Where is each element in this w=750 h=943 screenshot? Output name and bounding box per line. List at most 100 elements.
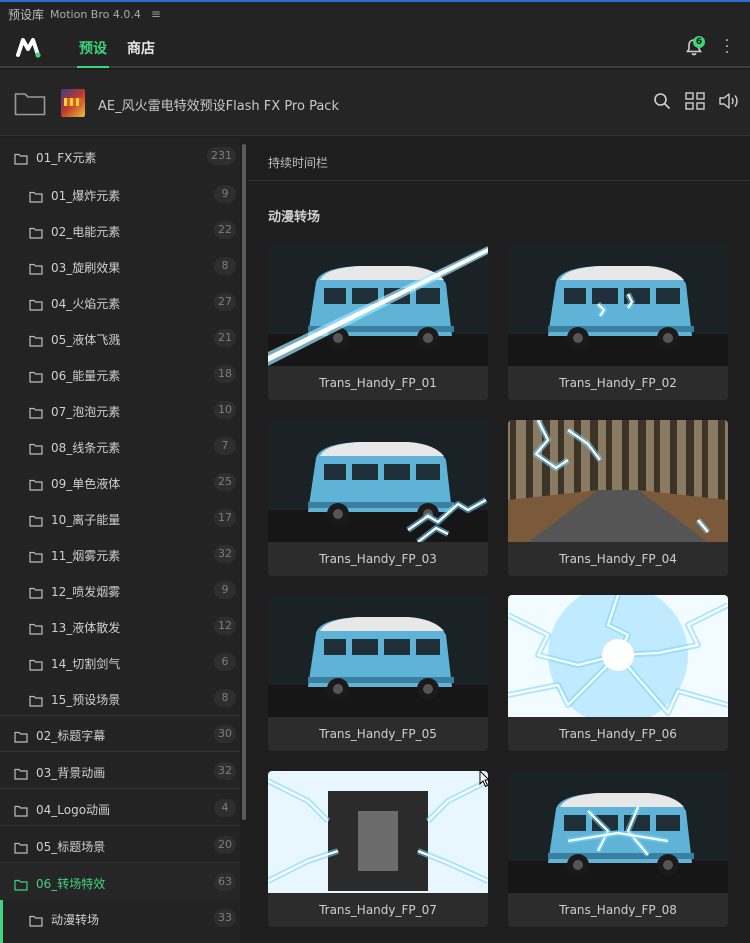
- preset-card[interactable]: Trans_Handy_FP_02: [508, 244, 728, 400]
- sidebar-item-label: 04_火焰元素: [51, 297, 121, 311]
- count-badge: 33: [214, 909, 236, 927]
- motion-bro-logo: [16, 38, 41, 58]
- count-badge: 10: [214, 401, 236, 419]
- count-badge: 18: [214, 365, 236, 383]
- preset-card[interactable]: Trans_Handy_FP_07: [268, 771, 488, 927]
- count-badge: 27: [214, 293, 236, 311]
- sidebar-item[interactable]: 02_标题字幕 30: [0, 716, 240, 752]
- preset-name: Trans_Handy_FP_02: [559, 376, 677, 390]
- sidebar-item[interactable]: 动漫转场 33: [0, 900, 240, 936]
- folder-icon: [29, 692, 43, 707]
- grid-view-icon[interactable]: [685, 92, 705, 110]
- sidebar-item[interactable]: 08_线条元素 7: [0, 428, 240, 464]
- count-badge: 25: [214, 473, 236, 491]
- sidebar-item-label: 01_爆炸元素: [51, 189, 121, 203]
- folder-icon: [29, 584, 43, 599]
- sidebar-item[interactable]: 02_电能元素 22: [0, 212, 240, 248]
- count-badge: 22: [214, 221, 236, 239]
- sidebar-item[interactable]: 04_Logo动画 4: [0, 790, 240, 826]
- folder-icon: [14, 150, 28, 165]
- count-badge: 32: [214, 762, 236, 780]
- sidebar-item[interactable]: 04_火焰元素 27: [0, 284, 240, 320]
- preset-name: Trans_Handy_FP_03: [319, 552, 437, 566]
- sidebar-item-label: 06_转场特效: [36, 877, 106, 891]
- preset-card[interactable]: Trans_Handy_FP_03: [268, 420, 488, 576]
- sidebar-item[interactable]: 12_喷发烟雾 9: [0, 572, 240, 608]
- sidebar-item[interactable]: 15_预设场景 8: [0, 680, 240, 716]
- folder-icon: [14, 876, 28, 891]
- preset-thumbnail[interactable]: [268, 244, 488, 366]
- preset-card[interactable]: Trans_Handy_FP_05: [268, 595, 488, 751]
- count-badge: 32: [214, 545, 236, 563]
- sidebar-item[interactable]: 01_FX元素 231: [0, 138, 240, 174]
- count-badge: 6: [214, 653, 236, 671]
- sidebar-item-label: 12_喷发烟雾: [51, 585, 121, 599]
- folder-icon: [29, 368, 43, 383]
- nav-bar: 预设 商店 · · ·: [0, 26, 750, 68]
- sidebar-item[interactable]: 14_切割剑气 6: [0, 644, 240, 680]
- sidebar-item[interactable]: 09_单色液体 25: [0, 464, 240, 500]
- sidebar-item-label: 09_单色液体: [51, 477, 121, 491]
- sidebar-item-label: 10_离子能量: [51, 513, 121, 527]
- hamburger-menu-icon[interactable]: ≡: [151, 7, 161, 21]
- preset-thumbnail[interactable]: [508, 771, 728, 893]
- folder-icon: [29, 512, 43, 527]
- sidebar-item[interactable]: 07_泡泡元素 10: [0, 392, 240, 428]
- count-badge: 4: [214, 799, 236, 817]
- folder-icon[interactable]: [14, 90, 46, 116]
- sidebar-item-label: 03_背景动画: [36, 766, 106, 780]
- preset-thumbnail[interactable]: [508, 244, 728, 366]
- sidebar-item[interactable]: 06_能量元素 18: [0, 356, 240, 392]
- folder-icon: [29, 656, 43, 671]
- sidebar-item[interactable]: 01_爆炸元素 9: [0, 176, 240, 212]
- folder-icon: [29, 296, 43, 311]
- notification-badge: 6: [693, 36, 705, 48]
- sidebar-item[interactable]: 11_烟雾元素 32: [0, 536, 240, 572]
- app-version: Motion Bro 4.0.4: [50, 7, 141, 21]
- sidebar-item[interactable]: 05_标题场景 20: [0, 827, 240, 863]
- count-badge: 231: [207, 147, 236, 165]
- preset-thumbnail[interactable]: [508, 595, 728, 717]
- preset-card[interactable]: Trans_Handy_FP_01: [268, 244, 488, 400]
- sidebar-item-label: 15_预设场景: [51, 693, 121, 707]
- speaker-icon[interactable]: [718, 92, 740, 110]
- sidebar-item-label: 13_液体散发: [51, 621, 121, 635]
- sidebar-item-label: 01_FX元素: [36, 151, 97, 165]
- sidebar-item[interactable]: 05_液体飞溅 21: [0, 320, 240, 356]
- tab-store[interactable]: 商店: [127, 38, 155, 58]
- count-badge: 63: [214, 873, 236, 891]
- folder-icon: [29, 476, 43, 491]
- count-badge: 8: [214, 257, 236, 275]
- preset-thumbnail[interactable]: [268, 595, 488, 717]
- sidebar-item[interactable]: 06_转场特效 63: [0, 864, 240, 900]
- sidebar-item-label: 07_泡泡元素: [51, 405, 121, 419]
- sidebar-item-label: 03_旋刷效果: [51, 261, 121, 275]
- preset-thumbnail[interactable]: [268, 771, 488, 893]
- preset-thumbnail[interactable]: [268, 420, 488, 542]
- folder-icon: [14, 728, 28, 743]
- sidebar-item[interactable]: 03_旋刷效果 8: [0, 248, 240, 284]
- count-badge: 9: [214, 185, 236, 203]
- preset-card[interactable]: Trans_Handy_FP_08: [508, 771, 728, 927]
- search-icon[interactable]: [653, 92, 671, 110]
- preset-thumbnail[interactable]: [508, 420, 728, 542]
- folder-icon: [29, 620, 43, 635]
- more-options-icon[interactable]: · · ·: [722, 34, 732, 60]
- folder-icon: [29, 332, 43, 347]
- sidebar-item-label: 动漫转场: [51, 913, 100, 927]
- tab-presets[interactable]: 预设: [77, 38, 109, 68]
- sidebar-item[interactable]: 13_液体散发 12: [0, 608, 240, 644]
- preset-name: Trans_Handy_FP_08: [559, 903, 677, 917]
- divider: [248, 180, 750, 181]
- preset-card[interactable]: Trans_Handy_FP_04: [508, 420, 728, 576]
- duration-bar-label[interactable]: 持续时间栏: [268, 154, 328, 171]
- sidebar-item[interactable]: 03_背景动画 32: [0, 753, 240, 789]
- preset-name: Trans_Handy_FP_06: [559, 727, 677, 741]
- mouse-cursor: [479, 770, 491, 788]
- pack-title: AE_风火雷电特效预设Flash FX Pro Pack: [98, 99, 339, 114]
- preset-card[interactable]: Trans_Handy_FP_06: [508, 595, 728, 751]
- sidebar-scrollbar[interactable]: [242, 144, 246, 820]
- category-title: 动漫转场: [268, 210, 321, 225]
- preset-name: Trans_Handy_FP_01: [319, 376, 437, 390]
- sidebar-item[interactable]: 10_离子能量 17: [0, 500, 240, 536]
